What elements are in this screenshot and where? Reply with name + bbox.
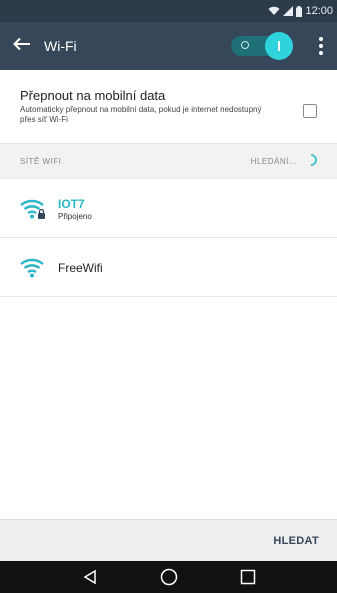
app-bar: Wi-Fi <box>0 22 337 70</box>
mobile-data-checkbox[interactable] <box>303 104 317 118</box>
status-time: 12:00 <box>305 5 333 17</box>
toggle-knob <box>265 32 293 60</box>
search-button[interactable]: HLEDAT <box>273 535 319 547</box>
network-item-freewifi[interactable]: FreeWifi <box>0 239 337 297</box>
back-triangle-icon[interactable] <box>77 564 103 590</box>
battery-icon <box>296 5 303 17</box>
page-title: Wi-Fi <box>44 38 77 54</box>
section-label: SÍTĚ WIFI <box>20 156 62 166</box>
bottom-action-bar: HLEDAT <box>0 519 337 561</box>
network-name: FreeWifi <box>58 260 103 275</box>
back-button[interactable] <box>2 22 42 70</box>
network-name: IOT7 <box>58 196 85 211</box>
wifi-icon <box>20 257 46 279</box>
search-status: HLEDÁNÍ... <box>251 154 317 168</box>
mobile-data-setting[interactable]: Přepnout na mobilní data Automaticky pře… <box>0 70 337 140</box>
wifi-locked-icon <box>20 198 46 220</box>
search-status-label: HLEDÁNÍ... <box>250 156 297 166</box>
networks-section-header: SÍTĚ WIFI HLEDÁNÍ... <box>0 143 337 179</box>
arrow-left-icon <box>13 37 31 56</box>
cell-signal-icon <box>283 6 294 16</box>
network-status: Připojeno <box>58 211 92 221</box>
status-bar: 12:00 <box>0 0 337 22</box>
mobile-data-description: Automaticky přepnout na mobilní data, po… <box>20 105 262 124</box>
home-circle-icon[interactable] <box>156 564 182 590</box>
system-nav-bar <box>0 561 337 593</box>
loading-spinner-icon <box>305 154 317 168</box>
toggle-off-icon <box>241 41 249 49</box>
mobile-data-title: Přepnout na mobilní data <box>20 88 166 103</box>
recents-square-icon[interactable] <box>235 564 261 590</box>
wifi-signal-icon <box>268 6 280 16</box>
network-item-iot7[interactable]: IOT7 Připojeno <box>0 180 337 238</box>
wifi-toggle[interactable] <box>231 32 293 60</box>
more-vert-icon[interactable] <box>309 22 333 70</box>
